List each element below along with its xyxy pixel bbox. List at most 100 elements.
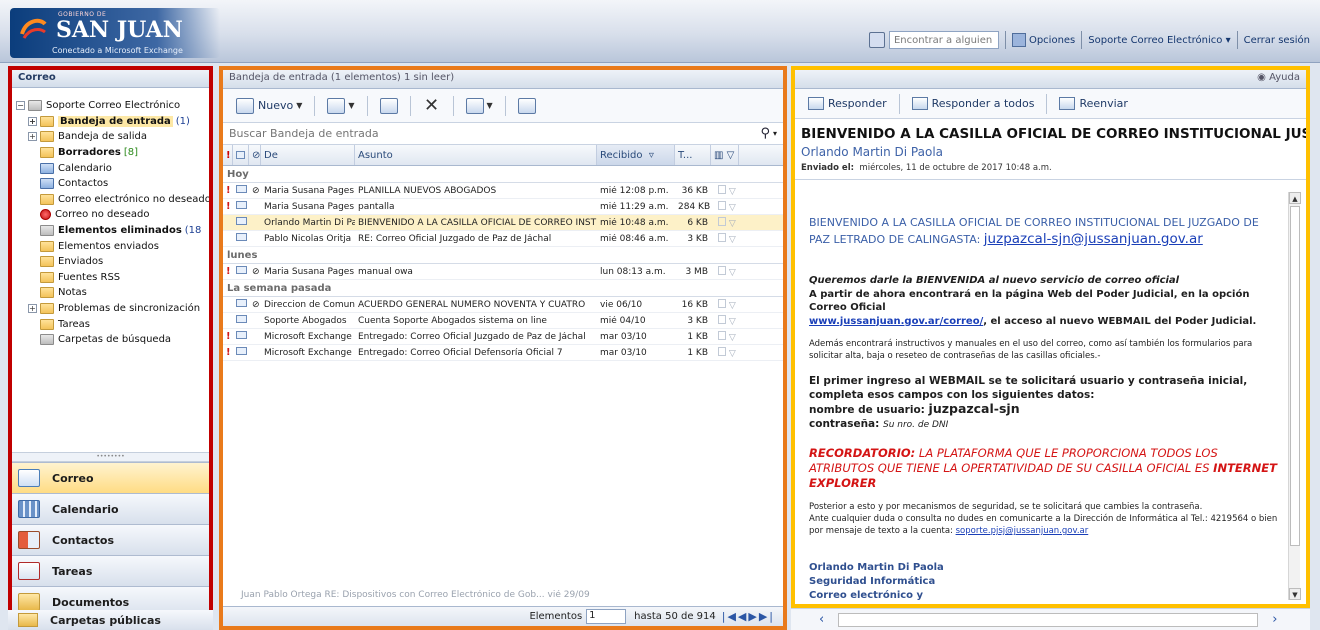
folder-item[interactable]: Tareas — [16, 316, 209, 332]
options-link[interactable]: Opciones — [1029, 35, 1075, 46]
message-row[interactable]: ! Microsoft Exchange Entregado: Correo Ofi… — [223, 329, 783, 345]
column-attachment[interactable]: ⊘ — [249, 145, 261, 165]
column-from[interactable]: De — [261, 145, 355, 165]
scroll-up-icon[interactable]: ▲ — [1289, 192, 1301, 204]
category-icon[interactable] — [718, 346, 726, 356]
folder-item[interactable]: + Problemas de sincronización — [16, 301, 209, 317]
collapse-icon[interactable]: − — [16, 101, 25, 111]
expand-icon[interactable]: + — [28, 132, 37, 142]
flag-icon[interactable]: ▽ — [726, 317, 736, 327]
category-icon[interactable] — [718, 265, 726, 275]
folder-item[interactable]: Carpetas de búsqueda — [16, 332, 209, 348]
flag-cell[interactable]: ▽ — [711, 184, 739, 197]
mailbox-email-link[interactable]: juzpazcal-sjn@jussanjuan.gov.ar — [984, 231, 1203, 247]
group-header[interactable]: lunes — [223, 247, 783, 264]
folder-item[interactable]: Enviados — [16, 254, 209, 270]
flag-icon[interactable]: ▽ — [726, 203, 736, 213]
forward-button[interactable]: Reenviar — [1054, 97, 1133, 110]
folder-item[interactable]: Borradores [8] — [16, 145, 209, 161]
scroll-right-icon[interactable]: › — [1272, 612, 1277, 627]
message-row[interactable]: Pablo Nicolas Oritja RE: Correo Oficial J… — [223, 231, 783, 247]
column-icon[interactable] — [233, 145, 249, 165]
category-icon[interactable] — [718, 184, 726, 194]
delete-button[interactable]: ✕ — [418, 95, 446, 117]
folder-item[interactable]: Correo electrónico no deseado — [16, 192, 209, 208]
flag-cell[interactable]: ▽ — [711, 346, 739, 359]
body-scrollbar[interactable]: ▲ ▼ — [1288, 192, 1301, 600]
folder-item[interactable]: + Bandeja de salida — [16, 129, 209, 145]
support-email-link[interactable]: soporte.pjsj@jussanjuan.gov.ar — [956, 526, 1089, 536]
folder-item[interactable]: Contactos — [16, 176, 209, 192]
column-flag[interactable]: ▥ ▽ — [711, 145, 739, 165]
folder-item[interactable]: + Bandeja de entrada (1) — [16, 114, 209, 130]
view-button[interactable]: ▼ — [322, 95, 359, 117]
category-icon[interactable] — [718, 330, 726, 340]
folder-item[interactable]: Calendario — [16, 160, 209, 176]
folder-item[interactable]: Notas — [16, 285, 209, 301]
message-row[interactable]: ! Microsoft Exchange Entregado: Correo Ofi… — [223, 345, 783, 361]
logout-link[interactable]: Cerrar sesión — [1244, 35, 1310, 46]
search-input[interactable] — [229, 127, 757, 140]
flag-cell[interactable]: ▽ — [711, 330, 739, 343]
nav-button-calendario[interactable]: Calendario — [12, 493, 209, 524]
help-link[interactable]: ◉ Ayuda — [795, 70, 1306, 89]
account-menu[interactable]: Soporte Correo Electrónico ▾ — [1088, 35, 1230, 46]
flag-cell[interactable]: ▽ — [711, 232, 739, 245]
flag-icon[interactable]: ▽ — [726, 301, 736, 311]
group-header[interactable]: La semana pasada — [223, 280, 783, 297]
flag-cell[interactable]: ▽ — [711, 314, 739, 327]
folder-item[interactable]: − Soporte Correo Electrónico — [16, 98, 209, 114]
address-book-button[interactable] — [513, 95, 541, 117]
nav-button-tareas[interactable]: Tareas — [12, 555, 209, 586]
folder-item[interactable]: Fuentes RSS — [16, 270, 209, 286]
column-size[interactable]: T... — [675, 145, 711, 165]
expand-icon[interactable]: + — [28, 304, 37, 314]
pager-arrows-icon[interactable]: |◀◀▶▶| — [722, 610, 775, 623]
category-icon[interactable] — [718, 298, 726, 308]
message-row[interactable]: ! ⊘ Maria Susana Pages PLANILLA NUEVOS ABOG… — [223, 183, 783, 199]
webmail-link[interactable]: www.jussanjuan.gov.ar/correo/ — [809, 316, 983, 327]
options-icon[interactable] — [1011, 33, 1026, 47]
reply-button[interactable]: Responder — [803, 97, 892, 110]
message-sender[interactable]: Orlando Martin Di Paola — [795, 142, 1306, 159]
pane-resize-handle[interactable]: •••••••• — [12, 452, 209, 462]
scroll-thumb[interactable] — [1290, 206, 1300, 546]
message-row[interactable]: Orlando Martin Di PaolaBIENVENIDO A LA C… — [223, 215, 783, 231]
group-header[interactable]: Hoy — [223, 166, 783, 183]
search-icon[interactable]: ⚲ — [760, 126, 770, 141]
category-icon[interactable] — [718, 200, 726, 210]
flag-cell[interactable]: ▽ — [711, 265, 739, 278]
column-subject[interactable]: Asunto — [355, 145, 597, 165]
message-row[interactable]: ! ⊘ Maria Susana Pages manual owa lun 08:13 … — [223, 264, 783, 280]
address-book-icon[interactable] — [868, 32, 885, 48]
page-input[interactable]: 1 — [586, 609, 627, 624]
flag-icon[interactable]: ▽ — [726, 333, 736, 343]
scroll-down-icon[interactable]: ▼ — [1289, 588, 1301, 600]
horizontal-scrollbar[interactable]: ‹ › — [791, 608, 1310, 630]
flag-icon[interactable]: ▽ — [726, 219, 736, 229]
folder-item[interactable]: Correo no deseado — [16, 207, 209, 223]
flag-icon[interactable]: ▽ — [726, 187, 736, 197]
nav-button-contactos[interactable]: Contactos — [12, 524, 209, 555]
category-icon[interactable] — [718, 216, 726, 226]
column-importance[interactable]: ! — [223, 145, 233, 165]
scroll-left-icon[interactable]: ‹ — [819, 612, 824, 627]
message-row[interactable]: Soporte Abogados Cuenta Soporte Abogados … — [223, 313, 783, 329]
flag-cell[interactable]: ▽ — [711, 200, 739, 213]
flag-cell[interactable]: ▽ — [711, 298, 739, 311]
chevron-down-icon[interactable]: ▾ — [773, 129, 777, 138]
find-someone-input[interactable]: Encontrar a alguien — [888, 31, 999, 49]
partially-visible-row[interactable]: Juan Pablo Ortega RE: Dispositivos con C… — [223, 590, 783, 604]
flag-icon[interactable]: ▽ — [726, 235, 736, 245]
category-icon[interactable] — [718, 232, 726, 242]
hscroll-track[interactable] — [838, 612, 1259, 627]
nav-button-public-folders[interactable]: Carpetas públicas — [8, 610, 213, 630]
move-button[interactable] — [375, 95, 403, 117]
column-received[interactable]: Recibido ▿ — [597, 145, 675, 165]
flag-cell[interactable]: ▽ — [711, 216, 739, 229]
message-row[interactable]: ! Maria Susana Pages pantalla mié 11:29 a.m… — [223, 199, 783, 215]
flag-icon[interactable]: ▽ — [726, 268, 736, 278]
reply-all-button[interactable]: Responder a todos — [907, 97, 1040, 110]
category-icon[interactable] — [718, 314, 726, 324]
folder-item[interactable]: Elementos enviados — [16, 238, 209, 254]
